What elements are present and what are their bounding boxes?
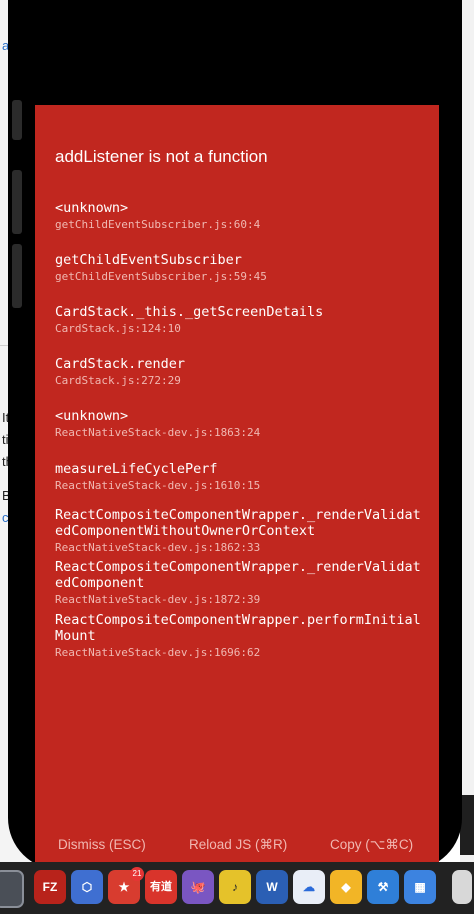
- stack-frame-function: <unknown>: [55, 408, 129, 424]
- stack-frame[interactable]: CardStack.render CardStack.js:272:29: [55, 356, 425, 388]
- error-title: addListener is not a function: [55, 147, 268, 166]
- copy-button[interactable]: Copy (⌥⌘C): [330, 837, 413, 853]
- stack-frame-function: CardStack.render: [55, 356, 186, 372]
- dismiss-button[interactable]: Dismiss (ESC): [58, 837, 146, 852]
- stack-frame[interactable]: getChildEventSubscriber getChildEventSub…: [55, 252, 425, 284]
- github-icon[interactable]: 🐙: [182, 870, 214, 904]
- redbox-footer: Dismiss (ESC) Reload JS (⌘R) Copy (⌥⌘C): [35, 837, 439, 861]
- redbox-error-screen: addListener is not a function <unknown> …: [35, 105, 439, 865]
- notification-badge: 21: [130, 867, 144, 881]
- stack-frame-location: CardStack.js:124:10: [55, 322, 181, 335]
- stack-frame[interactable]: <unknown> getChildEventSubscriber.js:60:…: [55, 200, 425, 232]
- word-icon[interactable]: W: [256, 870, 288, 904]
- stack-frame-function: getChildEventSubscriber: [55, 252, 242, 268]
- reload-js-button[interactable]: Reload JS (⌘R): [189, 837, 287, 853]
- stack-frame-function: ReactCompositeComponentWrapper.performIn…: [55, 612, 421, 644]
- filezilla-icon[interactable]: FZ: [34, 870, 66, 904]
- cloud-icon[interactable]: ☁: [293, 870, 325, 904]
- stack-frame-function: measureLifeCyclePerf: [55, 461, 218, 477]
- stack-frame-function: ReactCompositeComponentWrapper._renderVa…: [55, 559, 421, 591]
- stack-frame[interactable]: measureLifeCyclePerf ReactNativeStack-de…: [55, 461, 425, 493]
- stack-frame-function: CardStack._this._getScreenDetails: [55, 304, 324, 320]
- stack-frame-location: ReactNativeStack-dev.js:1862:33: [55, 541, 261, 554]
- star-icon[interactable]: ★ 21: [108, 867, 144, 904]
- stack-frame-location: ReactNativeStack-dev.js:1696:62: [55, 646, 261, 659]
- star-icon-glyph: ★: [118, 880, 130, 894]
- document-icon[interactable]: [452, 870, 472, 904]
- stack-frame[interactable]: <unknown> ReactNativeStack-dev.js:1863:2…: [55, 408, 425, 440]
- youdao-icon[interactable]: 有道: [145, 870, 177, 904]
- stack-frame-location: getChildEventSubscriber.js:60:4: [55, 218, 261, 231]
- simulator-icon[interactable]: ▦: [404, 870, 436, 904]
- stack-frame-location: ReactNativeStack-dev.js:1610:15: [55, 479, 261, 492]
- stack-frame-function: ReactCompositeComponentWrapper._renderVa…: [55, 507, 421, 539]
- stack-frame[interactable]: ReactCompositeComponentWrapper._renderVa…: [55, 559, 425, 607]
- window-icon[interactable]: [0, 870, 24, 908]
- volume-down-button: [12, 244, 22, 308]
- background-window-right: [460, 0, 474, 914]
- xcode-icon[interactable]: ⚒: [367, 870, 399, 904]
- background-window-right-dark: [460, 795, 474, 855]
- hexagon-icon[interactable]: ⬡: [71, 870, 103, 904]
- stack-frame[interactable]: CardStack._this._getScreenDetails CardSt…: [55, 304, 425, 336]
- stack-frame-location: getChildEventSubscriber.js:59:45: [55, 270, 267, 283]
- stack-frame-function: <unknown>: [55, 200, 129, 216]
- stack-frame-location: ReactNativeStack-dev.js:1863:24: [55, 426, 261, 439]
- sketch-icon[interactable]: ◆: [330, 870, 362, 904]
- stack-frame-location: CardStack.js:272:29: [55, 374, 181, 387]
- stack-frame[interactable]: ReactCompositeComponentWrapper.performIn…: [55, 612, 425, 660]
- stack-frame-location: ReactNativeStack-dev.js:1872:39: [55, 593, 261, 606]
- macos-dock: FZ ⬡ ★ 21 有道 🐙 ♪ W ☁ ◆ ⚒ ▦: [0, 862, 474, 914]
- music-icon[interactable]: ♪: [219, 870, 251, 904]
- stack-frame[interactable]: ReactCompositeComponentWrapper._renderVa…: [55, 507, 425, 555]
- mute-switch: [12, 100, 22, 140]
- volume-up-button: [12, 170, 22, 234]
